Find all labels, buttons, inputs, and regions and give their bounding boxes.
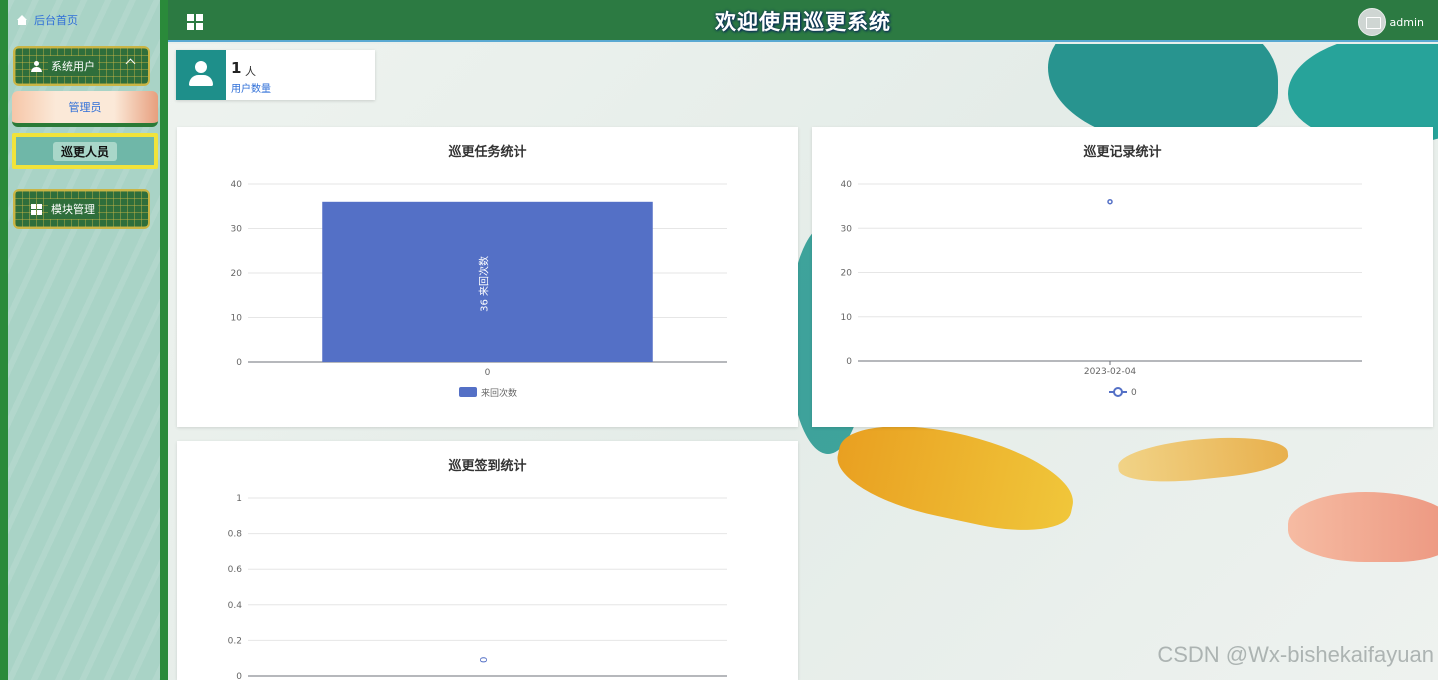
bar-data-label: 36 来回次数	[478, 256, 491, 312]
y-tick-label: 0.4	[228, 601, 243, 611]
sidebar: 后台首页 系统用户 管理员 巡更人员 模块管理	[0, 0, 168, 680]
watermark: CSDN @Wx-bishekaifayuan	[1157, 642, 1434, 667]
patrol-signin-chart: 0 0.2 0.4 0.6 0.8 1 0	[228, 494, 727, 680]
line-point	[1107, 198, 1113, 205]
legend-label: 0	[1131, 388, 1137, 398]
y-tick-label: 10	[231, 314, 243, 324]
legend-swatch	[459, 387, 477, 397]
y-tick-label: 0.6	[228, 565, 243, 575]
home-icon	[16, 14, 28, 26]
legend-marker	[1113, 387, 1123, 397]
patrol-task-chart-card: 巡更任务统计 0 10 20 30 40 36 来回次数 0 来回次数	[177, 127, 798, 427]
sidebar-item-patrol-staff[interactable]: 巡更人员	[12, 133, 158, 169]
user-count-unit: 人	[245, 65, 256, 78]
user-count-label[interactable]: 用户数量	[231, 80, 271, 95]
avatar[interactable]	[1358, 8, 1386, 36]
sidebar-home-link[interactable]: 后台首页	[16, 12, 78, 28]
y-tick-label: 20	[231, 269, 243, 279]
y-tick-label: 1	[236, 494, 242, 504]
y-tick-label: 20	[841, 269, 853, 279]
user-count-value: 1	[231, 59, 242, 77]
patrol-record-chart-card: 巡更记录统计 0 10 20 30 40 2023-02-04 0	[812, 127, 1433, 427]
y-tick-label: 0	[846, 357, 852, 367]
sidebar-item-admin[interactable]: 管理员	[12, 91, 158, 127]
y-tick-label: 0.8	[228, 530, 243, 540]
top-header: 欢迎使用巡更系统 admin	[168, 0, 1438, 42]
chevron-up-icon	[125, 58, 136, 69]
y-tick-label: 0.2	[228, 636, 242, 646]
y-tick-label: 0	[236, 358, 242, 368]
y-tick-label: 10	[841, 313, 853, 323]
x-tick-label: 0	[485, 368, 491, 378]
sidebar-group-label: 模块管理	[48, 199, 98, 219]
bar-data-label: 0	[479, 657, 490, 663]
y-tick-label: 30	[231, 225, 243, 235]
sidebar-group-label: 系统用户	[48, 56, 98, 76]
x-tick-label: 2023-02-04	[1084, 367, 1137, 377]
background-koi-fish	[1288, 492, 1438, 562]
grid-icon	[31, 203, 42, 215]
sidebar-group-module-management[interactable]: 模块管理	[13, 189, 150, 229]
sidebar-item-label: 巡更人员	[52, 141, 117, 161]
patrol-signin-chart-card: 巡更签到统计 0 0.2 0.4 0.6 0.8 1 0	[177, 441, 798, 680]
background-koi-fish	[829, 409, 1083, 544]
username-label[interactable]: admin	[1390, 16, 1424, 29]
legend-label: 来回次数	[481, 387, 517, 399]
y-tick-label: 30	[841, 224, 853, 234]
patrol-task-chart: 0 10 20 30 40 36 来回次数 0 来回次数	[231, 180, 727, 399]
y-tick-label: 40	[841, 180, 853, 190]
background-koi-fish	[1116, 430, 1290, 488]
sidebar-group-system-users[interactable]: 系统用户	[13, 46, 150, 86]
patrol-record-chart: 0 10 20 30 40 2023-02-04 0	[841, 180, 1362, 398]
sidebar-item-label: 管理员	[68, 101, 102, 114]
user-count-card: 1 人 用户数量	[176, 50, 375, 100]
y-tick-label: 40	[231, 180, 243, 190]
user-icon	[176, 50, 226, 100]
person-icon	[31, 60, 42, 72]
sidebar-home-label: 后台首页	[34, 14, 78, 27]
page-title: 欢迎使用巡更系统	[715, 10, 891, 34]
y-tick-label: 0	[236, 672, 242, 680]
